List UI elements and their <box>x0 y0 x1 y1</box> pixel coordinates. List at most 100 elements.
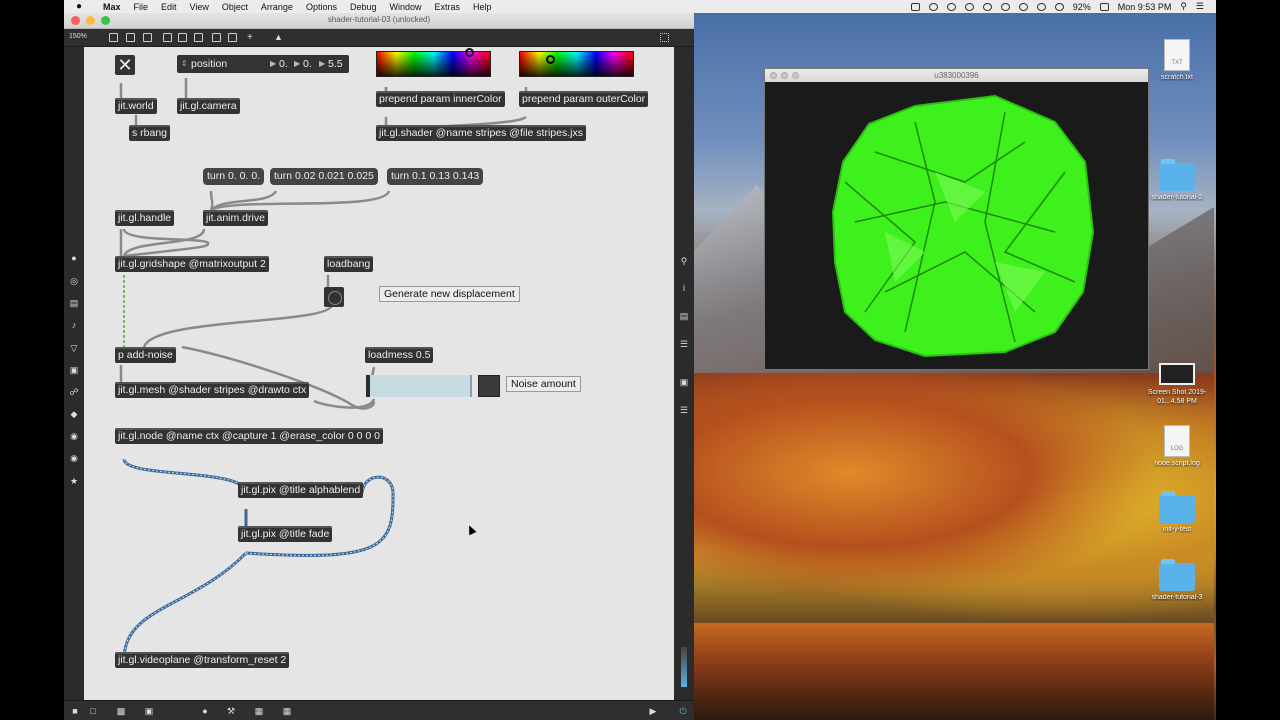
notification-center-icon[interactable]: ☰ <box>1196 1 1204 12</box>
wifi-icon[interactable] <box>1036 2 1046 11</box>
layers-icon[interactable]: ▣ <box>144 706 154 716</box>
grid-icon[interactable] <box>660 33 669 42</box>
version-icon[interactable]: ◉ <box>69 431 79 441</box>
menu-edit[interactable]: Edit <box>161 2 177 12</box>
minimize-window-button[interactable] <box>781 72 788 79</box>
send-rbang-object[interactable]: s rbang <box>129 125 171 141</box>
slider-icon[interactable] <box>212 33 221 42</box>
info-icon[interactable]: i <box>679 283 689 293</box>
inner-color-swatch[interactable] <box>376 48 491 77</box>
desktop-icon-scratch[interactable]: TXT scratch.txt <box>1142 39 1212 81</box>
book-icon[interactable]: ▤ <box>679 311 689 321</box>
slider-handle[interactable] <box>470 375 472 397</box>
dropbox-icon[interactable] <box>982 2 992 11</box>
position-attrui[interactable]: ⇕ position ▶ 0. ▶ 0. ▶ 5.5 <box>177 55 349 73</box>
lock-icon[interactable]: ■ <box>70 706 80 716</box>
wrench-icon[interactable]: ⚒ <box>226 706 236 716</box>
jit-gl-pix-alphablend-object[interactable]: jit.gl.pix @title alphablend <box>238 482 364 498</box>
comment-icon[interactable]: ▩ <box>116 706 126 716</box>
menu-app-name[interactable]: Max <box>103 2 121 12</box>
time-machine-icon[interactable] <box>964 2 974 11</box>
midi-icon[interactable]: ▽ <box>69 343 79 353</box>
jit-gl-gridshape-object[interactable]: jit.gl.gridshape @matrixoutput 2 <box>115 256 269 272</box>
jit-gl-shader-object[interactable]: jit.gl.shader @name stripes @file stripe… <box>376 125 586 141</box>
desktop-icon-shader-tutorial-3[interactable]: shader-tutorial-3 <box>1142 559 1212 601</box>
outer-color-swatch[interactable] <box>519 51 634 77</box>
toggle-icon[interactable] <box>194 33 203 42</box>
attrui-stepper-icon[interactable]: ⇕ <box>181 55 188 73</box>
presentation-icon[interactable] <box>109 33 118 42</box>
desktop-icon-screenshot[interactable]: Screen Shot 2019-01...4.58 PM <box>1142 363 1212 406</box>
add-object-icon[interactable]: + <box>247 33 256 43</box>
jit-gl-handle-object[interactable]: jit.gl.handle <box>115 210 175 226</box>
close-toggle-button[interactable]: ✕ <box>115 55 135 75</box>
menu-view[interactable]: View <box>190 2 209 12</box>
dial-icon[interactable] <box>228 33 237 42</box>
package-icon[interactable]: ◆ <box>69 409 79 419</box>
jit-gl-camera-object[interactable]: jit.gl.camera <box>177 98 240 114</box>
bpatcher-icon[interactable]: ◉ <box>69 453 79 463</box>
jit-anim-drive-object[interactable]: jit.anim.drive <box>203 210 268 226</box>
swatch-knob[interactable] <box>465 48 474 57</box>
jit-gl-pix-fade-object[interactable]: jit.gl.pix @title fade <box>238 526 333 542</box>
menu-extras[interactable]: Extras <box>435 2 461 12</box>
console-icon[interactable]: ☰ <box>679 339 689 349</box>
close-window-button[interactable] <box>770 72 777 79</box>
skype-icon[interactable] <box>1000 2 1010 11</box>
patcher-titlebar[interactable]: shader-tutorial-03 (unlocked) <box>64 13 694 29</box>
favorite-star-icon[interactable]: ★ <box>69 476 79 486</box>
turn-message-1[interactable]: turn 0. 0. 0. <box>203 168 265 185</box>
jitter-window-titlebar[interactable]: u383000396 <box>765 69 1148 82</box>
sync-icon[interactable] <box>928 2 938 11</box>
jit-gl-mesh-object[interactable]: jit.gl.mesh @shader stripes @drawto ctx <box>115 382 310 398</box>
desktop-icon-shader-tutorial-2[interactable]: shader-tutorial-2 <box>1142 159 1212 201</box>
bluetooth-icon[interactable] <box>1018 2 1028 11</box>
menu-help[interactable]: Help <box>473 2 492 12</box>
badge-icon[interactable]: ● <box>69 253 79 263</box>
jit-world-object[interactable]: jit.world <box>115 98 157 114</box>
debug-icon[interactable]: ● <box>200 706 210 716</box>
play-icon[interactable]: ▶ <box>648 706 658 716</box>
menu-debug[interactable]: Debug <box>350 2 377 12</box>
position-x[interactable]: 0. <box>279 55 288 73</box>
presentation-toggle-icon[interactable]: □ <box>88 706 98 716</box>
jit-gl-node-object[interactable]: jit.gl.node @name ctx @capture 1 @erase_… <box>115 428 383 444</box>
desktop-icon-node-script-log[interactable]: LOG node.script.log <box>1142 425 1212 467</box>
music-note-icon[interactable]: ♪ <box>69 320 79 330</box>
object-box-icon[interactable] <box>126 33 135 42</box>
menu-options[interactable]: Options <box>306 2 337 12</box>
jitter-render-window[interactable]: u383000396 <box>764 68 1149 370</box>
turn-message-2[interactable]: turn 0.02 0.021 0.025 <box>270 168 378 185</box>
target-icon[interactable]: ◎ <box>69 276 79 286</box>
creative-cloud-icon[interactable] <box>946 2 956 11</box>
noise-amount-number[interactable] <box>478 375 500 397</box>
position-z[interactable]: 5.5 <box>328 55 343 73</box>
menu-window[interactable]: Window <box>390 2 422 12</box>
button-icon[interactable] <box>178 33 187 42</box>
turn-message-3[interactable]: turn 0.1 0.13 0.143 <box>387 168 484 185</box>
battery-percent[interactable]: 92% <box>1073 2 1091 12</box>
zoom-level[interactable]: 150% <box>69 33 87 40</box>
menu-object[interactable]: Object <box>222 2 248 12</box>
prepend-inner-color-object[interactable]: prepend param innerColor <box>376 91 505 107</box>
close-box-icon[interactable] <box>163 33 172 42</box>
camera-icon[interactable]: ▣ <box>679 377 689 387</box>
p-add-noise-subpatcher[interactable]: p add-noise <box>115 347 176 363</box>
prepend-outer-color-object[interactable]: prepend param outerColor <box>519 91 649 107</box>
jit-gl-videoplane-object[interactable]: jit.gl.videoplane @transform_reset 2 <box>115 652 290 668</box>
screen-record-icon[interactable] <box>910 2 920 11</box>
spotlight-icon[interactable]: ⚲ <box>1180 1 1187 12</box>
position-y[interactable]: 0. <box>303 55 312 73</box>
apple-menu-icon[interactable]: ● <box>76 1 90 12</box>
clip-icon[interactable]: ☍ <box>69 387 79 397</box>
battery-icon[interactable] <box>1099 2 1109 11</box>
swatch-knob[interactable] <box>546 55 555 64</box>
loadmess-object[interactable]: loadmess 0.5 <box>365 347 434 363</box>
menu-arrange[interactable]: Arrange <box>261 2 293 12</box>
keyboard-icon[interactable]: ▦ <box>254 706 264 716</box>
message-box-icon[interactable] <box>143 33 152 42</box>
image-icon[interactable]: ▣ <box>69 365 79 375</box>
paint-bucket-icon[interactable]: ▲ <box>274 33 283 42</box>
film-icon[interactable]: ▤ <box>69 298 79 308</box>
grid-snap-icon[interactable]: ▦ <box>282 706 292 716</box>
